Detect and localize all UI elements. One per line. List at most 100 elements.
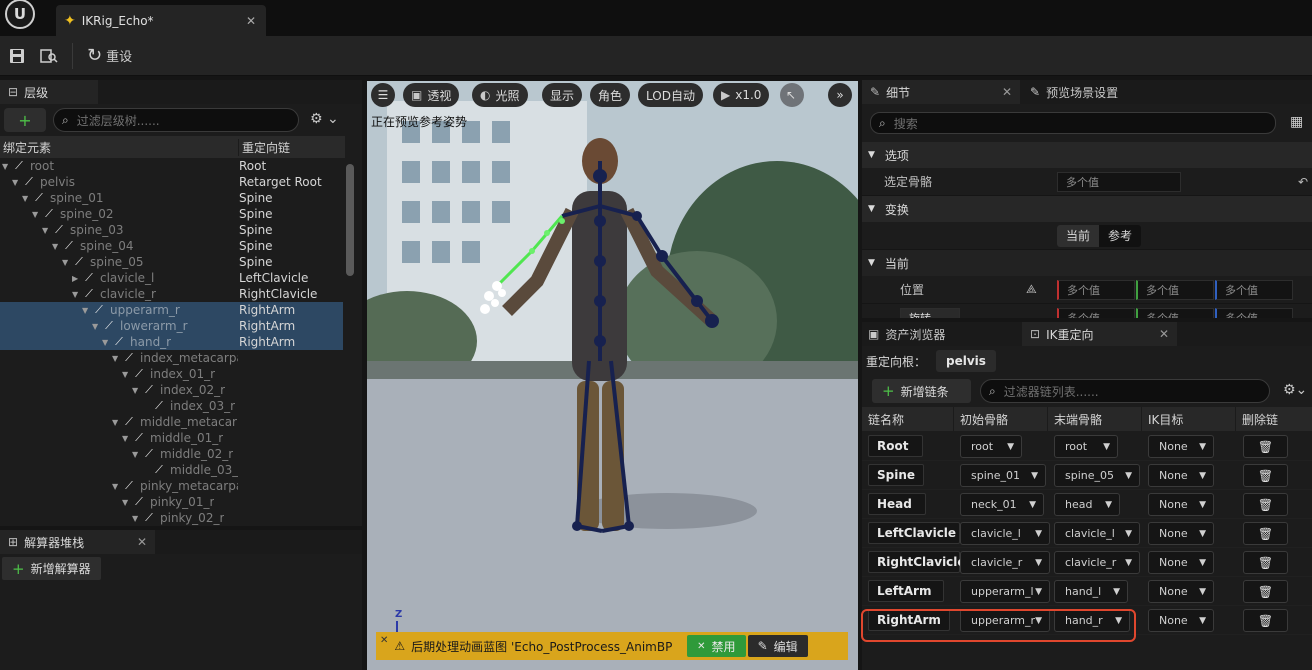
tree-row[interactable]: ▼ ⟋ index_metacarpa <box>0 350 343 366</box>
tab-asset-browser[interactable]: ▣ 资产浏览器 <box>862 326 1022 343</box>
reset-arrow-icon[interactable]: ↶ <box>1298 175 1308 189</box>
chevron-down-icon[interactable]: ▼ <box>82 306 92 315</box>
chevron-down-icon[interactable]: ▼ <box>92 322 102 331</box>
location-x-field[interactable]: 多个值 <box>1057 279 1135 300</box>
tree-row[interactable]: ▼ ⟋ spine_03 Spine <box>0 222 343 238</box>
chevron-down-icon[interactable]: ▼ <box>122 498 132 507</box>
chain-name-field[interactable]: LeftClavicle <box>868 522 960 544</box>
add-chain-button[interactable]: + 新增链条 <box>872 379 971 403</box>
chevron-down-icon[interactable]: ▼ <box>42 226 52 235</box>
col-delete-chain[interactable]: 删除链 <box>1236 407 1312 431</box>
reset-button[interactable]: ↻ 重设 <box>81 41 138 71</box>
rotation-y-field[interactable]: 多个值 <box>1136 307 1214 318</box>
tree-row[interactable]: ⟋ middle_03_r <box>0 462 343 478</box>
delete-chain-button[interactable]: 🗑 <box>1243 493 1288 516</box>
delete-chain-button[interactable]: 🗑 <box>1243 609 1288 632</box>
rotation-mode-dropdown[interactable]: 旋转 <box>900 307 960 318</box>
rotation-x-field[interactable]: 多个值 <box>1057 307 1135 318</box>
close-icon[interactable]: ✕ <box>1002 85 1012 99</box>
ik-goal-dropdown[interactable]: None ▼ <box>1148 464 1214 487</box>
close-icon[interactable]: ✕ <box>1159 327 1169 341</box>
add-bone-button[interactable]: + <box>4 108 46 132</box>
start-bone-dropdown[interactable]: neck_01 ▼ <box>960 493 1044 516</box>
end-bone-dropdown[interactable]: head ▼ <box>1054 493 1120 516</box>
end-bone-dropdown[interactable]: clavicle_l ▼ <box>1054 522 1140 545</box>
document-tab[interactable]: ✦ IKRig_Echo* ✕ <box>56 5 266 36</box>
show-button[interactable]: 显示 <box>542 83 583 107</box>
tab-details[interactable]: ✎ 细节 ✕ <box>862 80 1020 104</box>
chevron-down-icon[interactable]: ▼ <box>132 514 142 523</box>
tree-row[interactable]: ⟋ index_03_r <box>0 398 343 414</box>
chevron-right-icon[interactable]: ▶ <box>72 274 82 283</box>
viewport-menu-icon[interactable]: ☰ <box>371 83 395 107</box>
settings-gear-icon[interactable]: ⚙ ⌄ <box>310 111 339 127</box>
delete-chain-button[interactable]: 🗑 <box>1243 522 1288 545</box>
play-speed-button[interactable]: ▶ x1.0 <box>713 83 770 107</box>
chevron-down-icon[interactable]: ▼ <box>122 370 132 379</box>
chevron-down-icon[interactable]: ▼ <box>112 354 122 363</box>
col-chain-header[interactable]: 重定向链 <box>239 139 290 156</box>
tree-row[interactable]: ▼ ⟋ index_01_r <box>0 366 343 382</box>
start-bone-dropdown[interactable]: upperarm_l ▼ <box>960 580 1050 603</box>
chevron-down-icon[interactable]: ▼ <box>32 210 42 219</box>
tree-row[interactable]: ▼ ⟋ index_02_r <box>0 382 343 398</box>
start-bone-dropdown[interactable]: clavicle_r ▼ <box>960 551 1050 574</box>
tree-row[interactable]: ▼ ⟋ clavicle_r RightClavicle <box>0 286 343 302</box>
tree-row[interactable]: ▼ ⟋ spine_01 Spine <box>0 190 343 206</box>
chevron-down-icon[interactable]: ▼ <box>112 482 122 491</box>
chevron-down-icon[interactable]: ▼ <box>132 450 142 459</box>
close-icon[interactable]: ✕ <box>246 14 256 28</box>
tree-row[interactable]: ▼ ⟋ pelvis Retarget Root <box>0 174 343 190</box>
add-solver-button[interactable]: + 新增解算器 <box>2 557 101 580</box>
lod-button[interactable]: LOD自动 <box>638 83 703 107</box>
save-icon[interactable] <box>0 41 34 71</box>
tab-hierarchy[interactable]: ⊟ 层级 <box>0 80 98 104</box>
retarget-root-value[interactable]: pelvis <box>936 350 996 372</box>
browse-asset-icon[interactable] <box>34 41 64 71</box>
disable-button[interactable]: ✕ 禁用 <box>687 635 746 657</box>
close-icon[interactable]: ✕ <box>380 635 388 646</box>
tree-row[interactable]: ▼ ⟋ middle_metacarp <box>0 414 343 430</box>
chevron-down-icon[interactable]: ▼ <box>22 194 32 203</box>
rotation-z-field[interactable]: 多个值 <box>1215 307 1293 318</box>
col-chain-name[interactable]: 链名称 <box>862 407 954 431</box>
chevron-down-icon[interactable]: ▼ <box>102 338 112 347</box>
chevron-down-icon[interactable]: ▼ <box>12 178 22 187</box>
col-ik-goal[interactable]: IK目标 <box>1142 407 1236 431</box>
ik-goal-dropdown[interactable]: None ▼ <box>1148 522 1214 545</box>
chain-name-field[interactable]: Head <box>868 493 926 515</box>
chevron-down-icon[interactable]: ▼ <box>52 242 62 251</box>
location-z-field[interactable]: 多个值 <box>1215 279 1293 300</box>
select-mode-icon[interactable]: ↖ <box>780 83 804 107</box>
tree-row[interactable]: ▼ ⟋ upperarm_r RightArm <box>0 302 343 318</box>
end-bone-dropdown[interactable]: clavicle_r ▼ <box>1054 551 1140 574</box>
tree-row[interactable]: ▶ ⟋ clavicle_l LeftClavicle <box>0 270 343 286</box>
chain-name-field[interactable]: Spine <box>868 464 924 486</box>
tab-preview-scene[interactable]: ✎ 预览场景设置 <box>1020 84 1118 101</box>
reference-toggle-button[interactable]: 参考 <box>1099 225 1141 247</box>
ik-goal-dropdown[interactable]: None ▼ <box>1148 493 1214 516</box>
chain-filter-input[interactable]: ⌕ 过滤器链列表...... <box>980 379 1270 403</box>
delete-chain-button[interactable]: 🗑 <box>1243 464 1288 487</box>
settings-gear-icon[interactable]: ⚙⌄ <box>1283 382 1307 398</box>
chevron-down-icon[interactable]: ▼ <box>62 258 72 267</box>
location-y-field[interactable]: 多个值 <box>1136 279 1214 300</box>
options-section[interactable]: ▼ 选项 <box>862 142 1312 168</box>
perspective-button[interactable]: ▣ 透视 <box>403 83 460 107</box>
edit-button[interactable]: ✎ 编辑 <box>747 635 808 657</box>
ik-goal-dropdown[interactable]: None ▼ <box>1148 435 1214 458</box>
tree-row[interactable]: ▼ ⟋ middle_02_r <box>0 446 343 462</box>
tree-row[interactable]: ▼ ⟋ spine_02 Spine <box>0 206 343 222</box>
chevron-down-icon[interactable]: ▼ <box>2 162 12 171</box>
tab-ik-retarget[interactable]: ⊡ IK重定向 ✕ <box>1022 322 1177 346</box>
col-bone-header[interactable]: 绑定元素 <box>0 138 239 156</box>
chain-name-field[interactable]: LeftArm <box>868 580 944 602</box>
selected-bone-value[interactable]: 多个值 <box>1057 171 1181 192</box>
end-bone-dropdown[interactable]: hand_l ▼ <box>1054 580 1128 603</box>
current-toggle-button[interactable]: 当前 <box>1057 224 1100 247</box>
hierarchy-scrollbar[interactable] <box>346 164 354 276</box>
chevron-down-icon[interactable]: ▼ <box>112 418 122 427</box>
chain-name-field[interactable]: RightClavicle <box>868 551 966 573</box>
tree-row[interactable]: ▼ ⟋ root Root <box>0 158 343 174</box>
tree-row[interactable]: ▼ ⟋ spine_05 Spine <box>0 254 343 270</box>
